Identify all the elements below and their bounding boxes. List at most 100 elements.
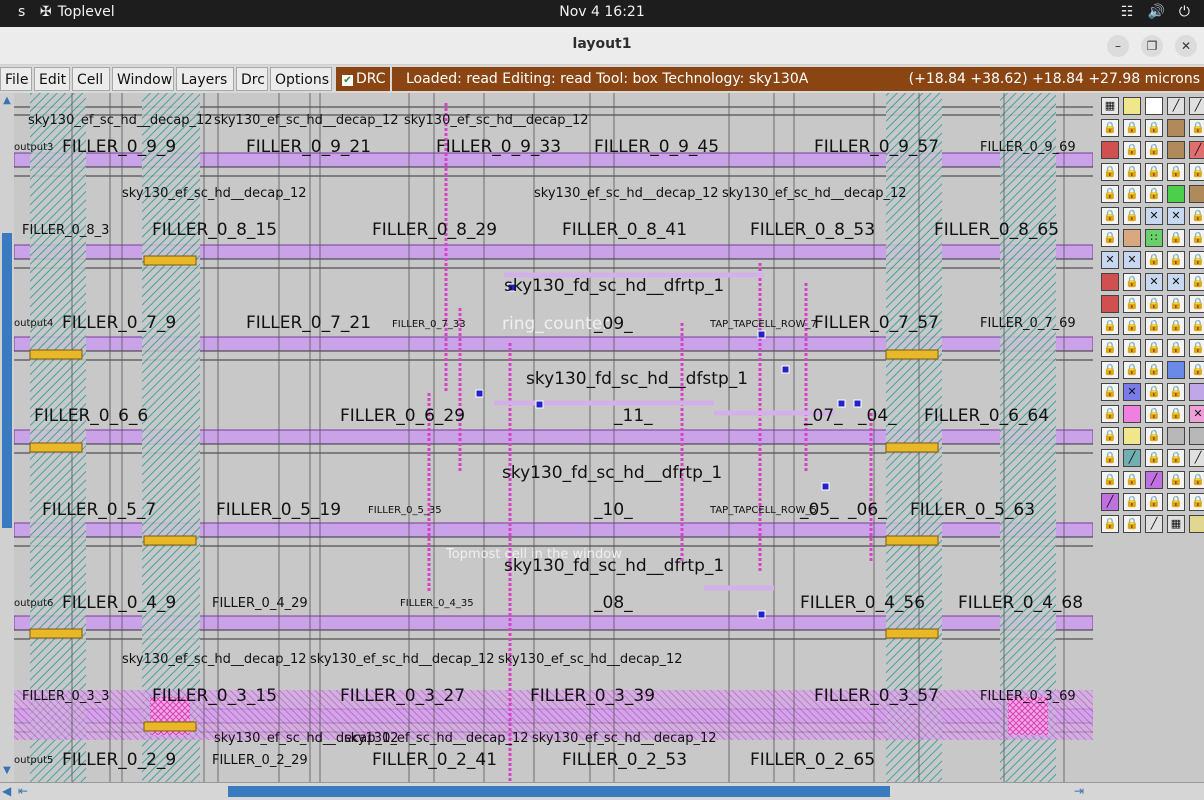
layer-swatch-lock-icon[interactable]: 🔒 <box>1167 251 1185 269</box>
layer-swatch-lock-icon[interactable]: 🔒 <box>1101 229 1119 247</box>
layer-swatch-lock-icon[interactable]: 🔒 <box>1101 163 1119 181</box>
layer-swatch-red[interactable] <box>1101 295 1119 313</box>
layer-swatch-lock-icon[interactable]: 🔒 <box>1101 449 1119 467</box>
layer-swatch-brown[interactable] <box>1167 141 1185 159</box>
layer-swatch-lock-icon[interactable]: 🔒 <box>1123 273 1141 291</box>
layer-swatch-cross[interactable]: ✕ <box>1167 273 1185 291</box>
layer-swatch-brown[interactable] <box>1167 119 1185 137</box>
layer-swatch-cross[interactable]: ✕ <box>1167 207 1185 225</box>
layer-swatch-lock-icon[interactable]: 🔒 <box>1101 119 1119 137</box>
layer-swatch-lock-icon[interactable]: 🔒 <box>1167 229 1185 247</box>
layer-swatch-lock-icon[interactable]: 🔒 <box>1123 339 1141 357</box>
layer-swatch-lock-icon[interactable]: 🔒 <box>1189 251 1204 269</box>
layer-swatch-lock-icon[interactable]: 🔒 <box>1167 471 1185 489</box>
layer-swatch-green-dot[interactable]: ∷ <box>1145 229 1163 247</box>
layer-swatch-lock-icon[interactable]: 🔒 <box>1145 119 1163 137</box>
layer-swatch-lock-icon[interactable]: 🔒 <box>1189 273 1204 291</box>
layer-swatch-lock-icon[interactable]: 🔒 <box>1189 163 1204 181</box>
layer-swatch-lock-icon[interactable]: 🔒 <box>1189 471 1204 489</box>
layer-swatch-pink[interactable] <box>1123 405 1141 423</box>
layer-swatch-teal[interactable]: ╱ <box>1123 449 1141 467</box>
layer-swatch-lock-icon[interactable]: 🔒 <box>1123 207 1141 225</box>
layer-swatch-stripe[interactable]: ╱ <box>1189 449 1204 467</box>
layer-swatch-lock-icon[interactable]: 🔒 <box>1145 185 1163 203</box>
layer-swatch-lock-icon[interactable]: 🔒 <box>1145 361 1163 379</box>
menu-edit[interactable]: Edit <box>34 67 70 91</box>
layer-swatch-stripe[interactable]: ╱ <box>1145 515 1163 533</box>
drc-toggle[interactable]: ✔ DRC <box>336 67 390 91</box>
layer-swatch-lock-icon[interactable]: 🔒 <box>1101 471 1119 489</box>
menu-file[interactable]: File <box>0 67 32 91</box>
layer-swatch-check[interactable]: ▦ <box>1167 515 1185 533</box>
layer-swatch-grey[interactable] <box>1167 427 1185 445</box>
layer-swatch-yellow[interactable] <box>1123 97 1141 115</box>
layer-swatch-yellow[interactable] <box>1123 427 1141 445</box>
layer-swatch-green[interactable] <box>1167 185 1185 203</box>
layer-swatch-lock-icon[interactable]: 🔒 <box>1123 163 1141 181</box>
layer-swatch-cross[interactable]: ✕ <box>1123 251 1141 269</box>
layer-swatch-lock-icon[interactable]: 🔒 <box>1167 163 1185 181</box>
layer-swatch-cross[interactable]: ✕ <box>1145 273 1163 291</box>
layer-swatch-cross[interactable]: ✕ <box>1101 251 1119 269</box>
layer-swatch-lock-icon[interactable]: 🔒 <box>1123 317 1141 335</box>
layer-swatch-lock-icon[interactable]: 🔒 <box>1101 405 1119 423</box>
layer-swatch-lock-icon[interactable]: 🔒 <box>1145 405 1163 423</box>
layer-swatch-blue[interactable] <box>1167 361 1185 379</box>
layer-swatch-lock-icon[interactable]: 🔒 <box>1123 361 1141 379</box>
network-icon[interactable]: ☷ <box>1121 4 1134 20</box>
layer-swatch-cross[interactable]: ✕ <box>1145 207 1163 225</box>
clock[interactable]: Nov 4 16:21 <box>0 4 1204 20</box>
layer-swatch-lock-icon[interactable]: 🔒 <box>1123 515 1141 533</box>
layer-swatch-lock-icon[interactable]: 🔒 <box>1145 339 1163 357</box>
layer-swatch-lock-icon[interactable]: 🔒 <box>1189 119 1204 137</box>
layer-swatch-grey[interactable] <box>1189 427 1204 445</box>
layer-swatch-red[interactable] <box>1101 141 1119 159</box>
layer-swatch-lock-icon[interactable]: 🔒 <box>1101 361 1119 379</box>
layer-swatch-khaki[interactable] <box>1189 515 1204 533</box>
layer-swatch-stripe[interactable]: ╱ <box>1189 97 1204 115</box>
layer-swatch-lock-icon[interactable]: 🔒 <box>1167 493 1185 511</box>
scroll-up-icon[interactable]: ▲ <box>1 95 13 107</box>
layer-swatch-lock-icon[interactable]: 🔒 <box>1123 295 1141 313</box>
layer-swatch-lock-icon[interactable]: 🔒 <box>1123 493 1141 511</box>
layer-swatch-lock-icon[interactable]: 🔒 <box>1189 361 1204 379</box>
layer-swatch-lock-icon[interactable]: 🔒 <box>1145 141 1163 159</box>
layer-swatch-lock-icon[interactable]: 🔒 <box>1101 427 1119 445</box>
maximize-button[interactable]: ❐ <box>1141 35 1163 57</box>
menu-cell[interactable]: Cell <box>72 67 110 91</box>
layer-swatch-violet[interactable]: ╱ <box>1145 471 1163 489</box>
layer-swatch-lock-icon[interactable]: 🔒 <box>1167 295 1185 313</box>
layer-swatch-lock-icon[interactable]: 🔒 <box>1145 251 1163 269</box>
layout-canvas[interactable]: sky130_ef_sc_hd__decap_12 sky130_ef_sc_hd… <box>14 93 1093 782</box>
layer-swatch-brown[interactable] <box>1189 185 1204 203</box>
vertical-scroll-thumb[interactable] <box>2 233 12 528</box>
vertical-scrollbar[interactable]: ▲ ▼ <box>0 93 15 782</box>
layer-swatch-lock-icon[interactable]: 🔒 <box>1167 405 1185 423</box>
layer-swatch-white[interactable] <box>1145 97 1163 115</box>
layout-drawing[interactable]: sky130_ef_sc_hd__decap_12 sky130_ef_sc_hd… <box>14 93 1093 782</box>
layer-swatch-lock-icon[interactable]: 🔒 <box>1189 339 1204 357</box>
layer-swatch-blue-x[interactable]: ✕ <box>1123 383 1141 401</box>
layer-swatch-lock-icon[interactable]: 🔒 <box>1145 427 1163 445</box>
layer-swatch-lock-icon[interactable]: 🔒 <box>1189 295 1204 313</box>
layer-swatch-violet[interactable]: ╱ <box>1101 493 1119 511</box>
power-icon[interactable]: ⏻ <box>1179 4 1190 20</box>
layer-swatch-lock-icon[interactable]: 🔒 <box>1123 119 1141 137</box>
scroll-left-alt-icon[interactable]: ⇤ <box>18 784 28 798</box>
menu-window[interactable]: Window <box>112 67 174 91</box>
layer-swatch-lock-icon[interactable]: 🔒 <box>1167 317 1185 335</box>
menu-options[interactable]: Options <box>270 67 332 91</box>
layer-swatch-red-stripe[interactable]: ╱ <box>1189 141 1204 159</box>
layer-swatch-tan[interactable] <box>1123 229 1141 247</box>
layer-swatch-lock-icon[interactable]: 🔒 <box>1101 207 1119 225</box>
layer-swatch-lock-icon[interactable]: 🔒 <box>1101 185 1119 203</box>
layer-swatch-lock-icon[interactable]: 🔒 <box>1167 339 1185 357</box>
layer-swatch-stripe[interactable]: ╱ <box>1167 97 1185 115</box>
layer-swatch-lock-icon[interactable]: 🔒 <box>1189 493 1204 511</box>
volume-icon[interactable]: 🔊 <box>1147 4 1164 20</box>
layer-swatch-pink-x[interactable]: ✕ <box>1189 405 1204 423</box>
layer-swatch-lock-icon[interactable]: 🔒 <box>1123 471 1141 489</box>
scroll-left-icon[interactable]: ◀ <box>2 784 11 798</box>
minimize-button[interactable]: – <box>1107 35 1129 57</box>
layer-swatch-lock-icon[interactable]: 🔒 <box>1189 229 1204 247</box>
